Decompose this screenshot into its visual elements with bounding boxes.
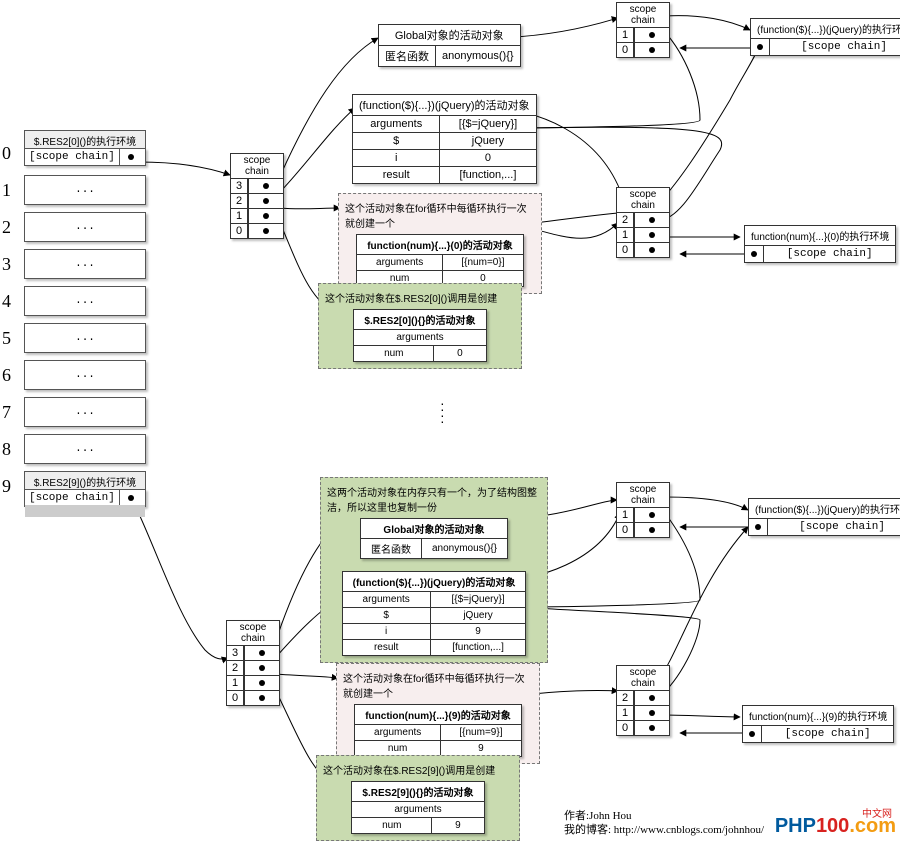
dot-icon <box>259 665 265 671</box>
green-table: $.RES2[0](){}的活动对象 arguments num0 <box>353 309 486 362</box>
scope-chain-r2: scope chain 2 1 0 <box>616 187 670 258</box>
scope-chain-br1: scope chain 1 0 <box>616 482 670 538</box>
dot-icon <box>649 695 655 701</box>
green-global-bot: Global对象的活动对象 匿名函数anonymous(){} <box>360 518 508 559</box>
dot-icon <box>263 228 269 234</box>
sc-idx: 3 <box>230 179 248 194</box>
scopechain-label: [scope chain] <box>25 490 119 506</box>
row-num-1: 1 <box>2 180 11 201</box>
row-num-9: 9 <box>2 476 11 497</box>
res2-item-7: ... <box>24 397 146 427</box>
row-num-6: 6 <box>2 365 11 386</box>
scope-chain-r1: scope chain 1 0 <box>616 2 670 58</box>
scope-chain-br2: scope chain 2 1 0 <box>616 665 670 736</box>
dot-icon <box>259 650 265 656</box>
jquery-activation-top: (function($){...})(jQuery)的活动对象 argument… <box>352 94 537 184</box>
stack-bottom-shadow <box>25 505 145 517</box>
pink-table: function(num){...}(0)的活动对象 arguments[{nu… <box>356 234 524 287</box>
global-r: anonymous(){} <box>436 46 521 67</box>
row-num-7: 7 <box>2 402 11 423</box>
res2-0-scopechain: [scope chain] <box>24 148 146 166</box>
dot-icon <box>649 247 655 253</box>
row-num-2: 2 <box>2 217 11 238</box>
green-jq-bot: (function($){...})(jQuery)的活动对象 argument… <box>342 571 527 656</box>
dot-icon <box>649 32 655 38</box>
row-num-5: 5 <box>2 328 11 349</box>
dot-icon <box>749 731 755 737</box>
pink-table-bot: function(num){...}(9)的活动对象 arguments[{nu… <box>354 704 522 757</box>
pink-note: 这个活动对象在for循环中每循环执行一次就创建一个 <box>345 200 535 230</box>
res2-item-5: ... <box>24 323 146 353</box>
res2-item-1: ... <box>24 175 146 205</box>
dot-icon <box>263 183 269 189</box>
green-big-callout: 这两个活动对象在内存只有一个，为了结构图整洁，所以这里也复制一份 Global对… <box>320 477 548 663</box>
res2-item-3: ... <box>24 249 146 279</box>
scopechain-label: [scope chain] <box>25 149 119 165</box>
sc-idx: 2 <box>230 194 248 209</box>
dot-icon <box>649 527 655 533</box>
exec-env-jquery-top: (function($){...})(jQuery)的执行环境 [scope c… <box>750 18 900 56</box>
scope-chain-top: scope chain 3 2 1 0 <box>230 153 284 239</box>
dot-icon <box>757 44 763 50</box>
green-table-bot: $.RES2[9](){}的活动对象 arguments num9 <box>351 781 484 834</box>
res2-item-8: ... <box>24 434 146 464</box>
dot-icon <box>263 213 269 219</box>
exec-env-num-bot: function(num){...}(9)的执行环境 [scope chain] <box>742 705 894 743</box>
dot-icon <box>263 198 269 204</box>
pink-callout-top: 这个活动对象在for循环中每循环执行一次就创建一个 function(num){… <box>338 193 542 294</box>
green-note: 这个活动对象在$.RES2[0]()调用是创建 <box>325 290 515 305</box>
pink-callout-bot: 这个活动对象在for循环中每循环执行一次就创建一个 function(num){… <box>336 663 540 764</box>
dot-icon <box>649 512 655 518</box>
dot-icon <box>259 695 265 701</box>
dot-icon <box>649 47 655 53</box>
dot-icon <box>649 232 655 238</box>
diagram-canvas: 0 1 2 3 4 5 6 7 8 9 $.RES2[0]()的执行环境 [sc… <box>0 0 900 849</box>
scope-chain-header: scope chain <box>616 2 670 28</box>
dot-icon <box>649 710 655 716</box>
dot-icon <box>128 154 134 160</box>
sc-idx: 0 <box>230 224 248 239</box>
exec-env-num-top: function(num){...}(0)的执行环境 [scope chain] <box>744 225 896 263</box>
global-object-top: Global对象的活动对象 匿名函数anonymous(){} <box>378 24 521 67</box>
res2-item-4: ... <box>24 286 146 316</box>
dot-icon <box>755 524 761 530</box>
scope-chain-header: scope chain <box>230 153 284 179</box>
vertical-ellipsis: ···· <box>440 400 445 424</box>
scope-chain-header: scope chain <box>226 620 280 646</box>
green-callout-top: 这个活动对象在$.RES2[0]()调用是创建 $.RES2[0](){}的活动… <box>318 283 522 369</box>
scope-chain-header: scope chain <box>616 187 670 213</box>
dot-icon <box>751 251 757 257</box>
author-line2: 我的博客: http://www.cnblogs.com/johnhou/ <box>564 821 764 837</box>
res2-item-6: ... <box>24 360 146 390</box>
res2-item-2: ... <box>24 212 146 242</box>
green-callout-bot: 这个活动对象在$.RES2[9]()调用是创建 $.RES2[9](){}的活动… <box>316 755 520 841</box>
jq-title: (function($){...})(jQuery)的活动对象 <box>353 95 537 116</box>
row-num-0: 0 <box>2 143 11 164</box>
row-num-4: 4 <box>2 291 11 312</box>
exec-env-jquery-bot: (function($){...})(jQuery)的执行环境 [scope c… <box>748 498 900 536</box>
brand-logo: PHP100.com <box>775 815 896 838</box>
global-title: Global对象的活动对象 <box>379 25 521 46</box>
row-num-3: 3 <box>2 254 11 275</box>
global-l: 匿名函数 <box>379 46 436 67</box>
dot-icon <box>259 680 265 686</box>
dot-icon <box>128 495 134 501</box>
scope-chain-bot: scope chain 3 2 1 0 <box>226 620 280 706</box>
dot-icon <box>649 725 655 731</box>
sc-idx: 1 <box>230 209 248 224</box>
row-num-8: 8 <box>2 439 11 460</box>
dot-icon <box>649 217 655 223</box>
